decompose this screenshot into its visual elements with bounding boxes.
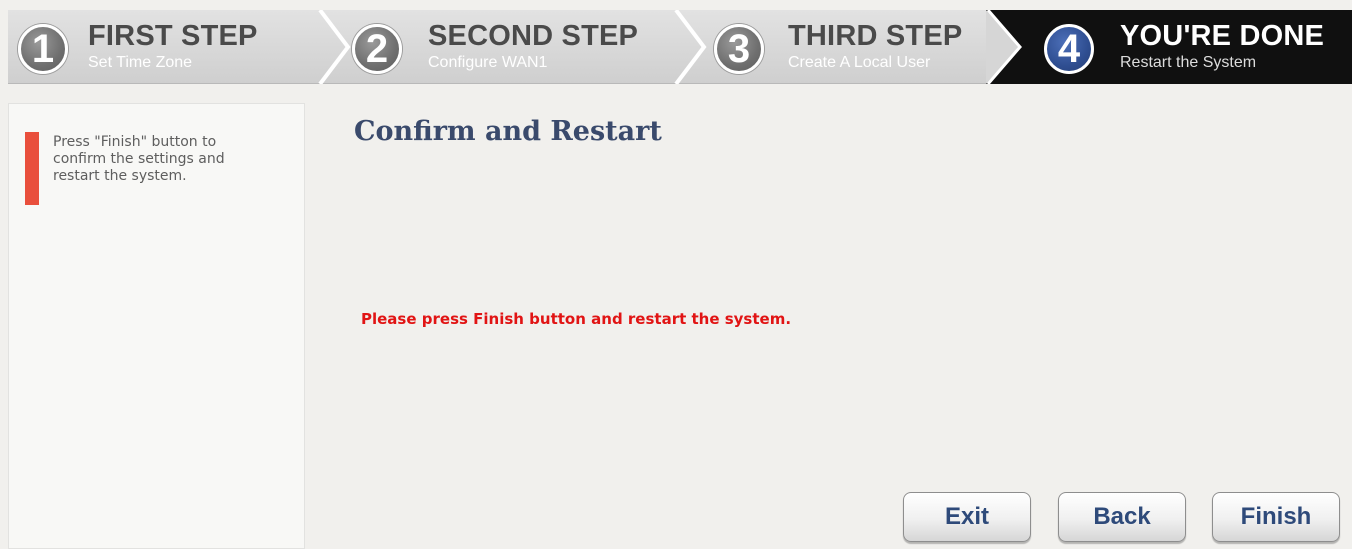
step-subtitle: Configure WAN1 — [428, 54, 548, 71]
active-step-arrow-icon — [986, 10, 1022, 84]
step-number-badge: 4 — [1044, 24, 1094, 74]
step-subtitle: Create A Local User — [788, 54, 931, 71]
step-number-badge: 2 — [352, 24, 402, 74]
chevron-separator-icon — [674, 10, 707, 84]
step-title: FIRST STEP — [88, 20, 258, 52]
help-text: Press "Finish" button to confirm the set… — [53, 134, 225, 184]
exit-button[interactable]: Exit — [903, 492, 1031, 542]
step-title: THIRD STEP — [788, 20, 963, 52]
page-title: Confirm and Restart — [354, 116, 662, 147]
restart-message: Please press Finish button and restart t… — [361, 310, 792, 328]
step-number-badge: 3 — [714, 24, 764, 74]
step-subtitle: Restart the System — [1120, 54, 1257, 71]
wizard-step-2: 2 SECOND STEP Configure WAN1 — [342, 10, 704, 84]
step-title: YOU'RE DONE — [1120, 20, 1325, 52]
help-sidebar: Press "Finish" button to confirm the set… — [8, 103, 305, 549]
step-number-badge: 1 — [18, 24, 68, 74]
wizard-step-4: 4 YOU'RE DONE Restart the System — [986, 10, 1352, 84]
back-button[interactable]: Back — [1058, 492, 1186, 542]
wizard-step-3: 3 THIRD STEP Create A Local User — [708, 10, 988, 84]
wizard-progress-bar: 1 FIRST STEP Set Time Zone 2 SECOND STEP… — [8, 10, 1352, 84]
step-subtitle: Set Time Zone — [88, 54, 193, 71]
step-title: SECOND STEP — [428, 20, 639, 52]
wizard-step-1: 1 FIRST STEP Set Time Zone — [8, 10, 340, 84]
sidebar-accent-bar — [25, 132, 39, 205]
finish-button[interactable]: Finish — [1212, 492, 1340, 542]
